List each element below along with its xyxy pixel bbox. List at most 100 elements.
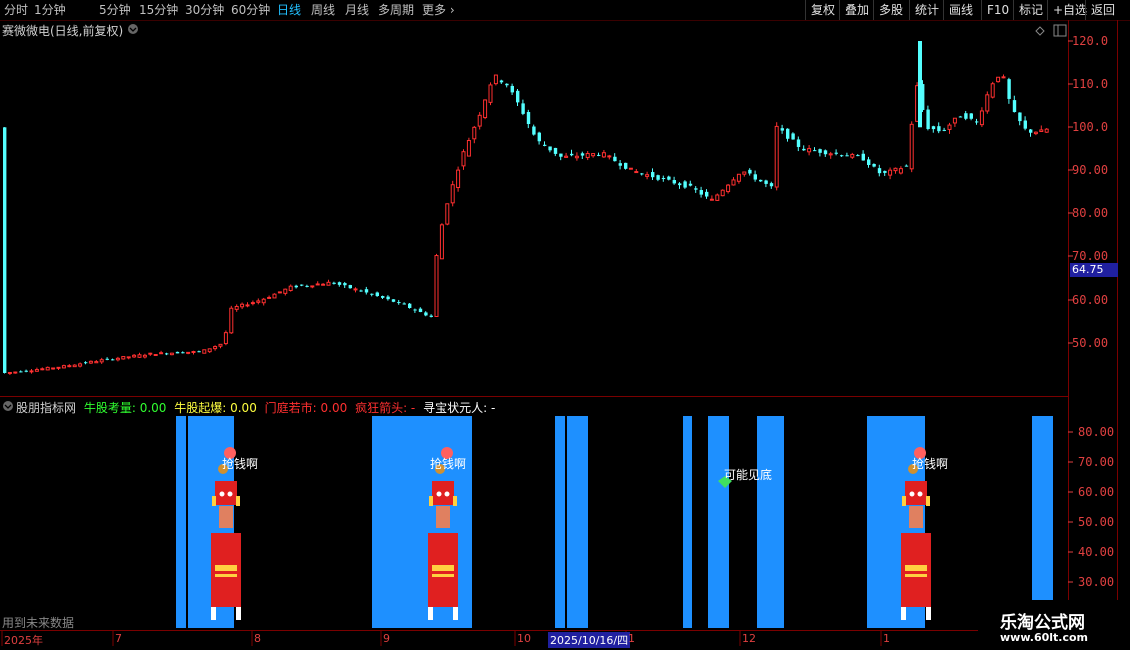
figure-belt [432,565,454,571]
y-tick-label: 110.0 [1072,77,1109,91]
candle-body [288,285,293,291]
candle-body [926,109,930,129]
candle-body [969,113,973,119]
candle-body [305,285,309,287]
candle-body [153,354,158,357]
candle-body [964,113,968,119]
figure-arm [429,496,433,506]
candle-body [375,292,379,297]
figure-foot [453,607,458,620]
candle-body [807,148,812,153]
candle-body [445,203,450,225]
candle-body [51,367,56,370]
candle-body [759,179,763,182]
candle-body [159,352,164,355]
candle-body [834,152,838,154]
indicator-value: 门庭若市: 0.00 [264,401,348,415]
candle-body [726,184,731,193]
y-tick-label: 70.00 [1078,455,1115,469]
candle-body [332,282,336,284]
date-tick-label: 10 [517,632,531,645]
candle-body [553,147,558,154]
candle-body [742,171,747,175]
indicator-value: 寻宝状元人: - [423,401,496,415]
watermark-url: www.60lt.com [1000,631,1089,644]
candle-body [126,356,131,359]
candle-body [628,167,633,170]
figure-arm [902,496,906,506]
candle-body [774,125,779,188]
indicator-name[interactable]: 股朋指标网 [16,401,76,415]
candle-body [267,296,272,299]
candle-body [780,128,784,131]
date-tick-label: 9 [383,632,390,645]
candle-body [256,300,261,303]
candle-body [207,348,212,353]
signal-label: 抢钱啊 [912,457,949,471]
figure-head [215,481,237,505]
candle-body [283,288,288,294]
candle-body [456,169,461,189]
candle-body [493,74,498,85]
candle-body [40,368,45,371]
y-tick-label: 30.00 [1078,575,1115,589]
candle-body [931,126,936,130]
candle-body [111,359,115,361]
candle-body [250,302,255,305]
candle-body [918,41,922,128]
candle-body [61,365,66,369]
candle-body [559,153,563,157]
candle-body [472,126,477,140]
candle-body [516,90,520,103]
candle-body [229,307,234,334]
candle-body [840,155,844,157]
candle-body [996,76,1001,83]
figure-arm [212,496,216,506]
candle-body [574,155,579,159]
candle-body [1012,100,1017,113]
candle-body [958,116,963,118]
y-tick-label: 120.0 [1072,34,1109,48]
candle-body [537,132,541,142]
figure-head [432,481,454,505]
candle-body [132,354,137,358]
candle-body [979,110,984,126]
candle-body [861,153,865,161]
candle-body [845,155,849,157]
candle-body [197,351,201,353]
date-tick-label: 12 [742,632,756,645]
y-tick-label: 60.00 [1078,485,1115,499]
candle-body [597,154,601,156]
candle-body [186,351,191,354]
candle-body [872,163,876,167]
candle-body [942,129,946,131]
figure-foot [236,607,241,620]
indicator-bar [1032,416,1053,628]
candle-body [786,128,790,139]
figure-eye [444,491,450,497]
candle-body [137,354,142,358]
candle-body [818,149,822,153]
candle-body [683,181,687,188]
y-tick-label: 70.00 [1072,249,1109,263]
indicator-bar [757,416,784,628]
figure-eye [227,491,233,497]
candle-body [888,169,893,176]
figure-belt [215,565,237,571]
candle-body [34,369,39,372]
figure-neck [219,506,233,528]
candle-body [45,366,50,371]
signal-label: 抢钱啊 [222,457,259,471]
candle-body [386,296,390,300]
candle-body [72,364,77,368]
candle-body [904,165,909,167]
candle-body [240,303,245,308]
candle-body [67,365,72,368]
candle-body [618,163,622,166]
figure-belt [215,574,237,577]
candle-body [483,99,488,119]
candle-body [19,371,23,373]
chart-title[interactable]: 赛微微电(日线,前复权) [2,22,123,39]
candle-body [466,140,471,157]
candle-body [526,112,531,125]
